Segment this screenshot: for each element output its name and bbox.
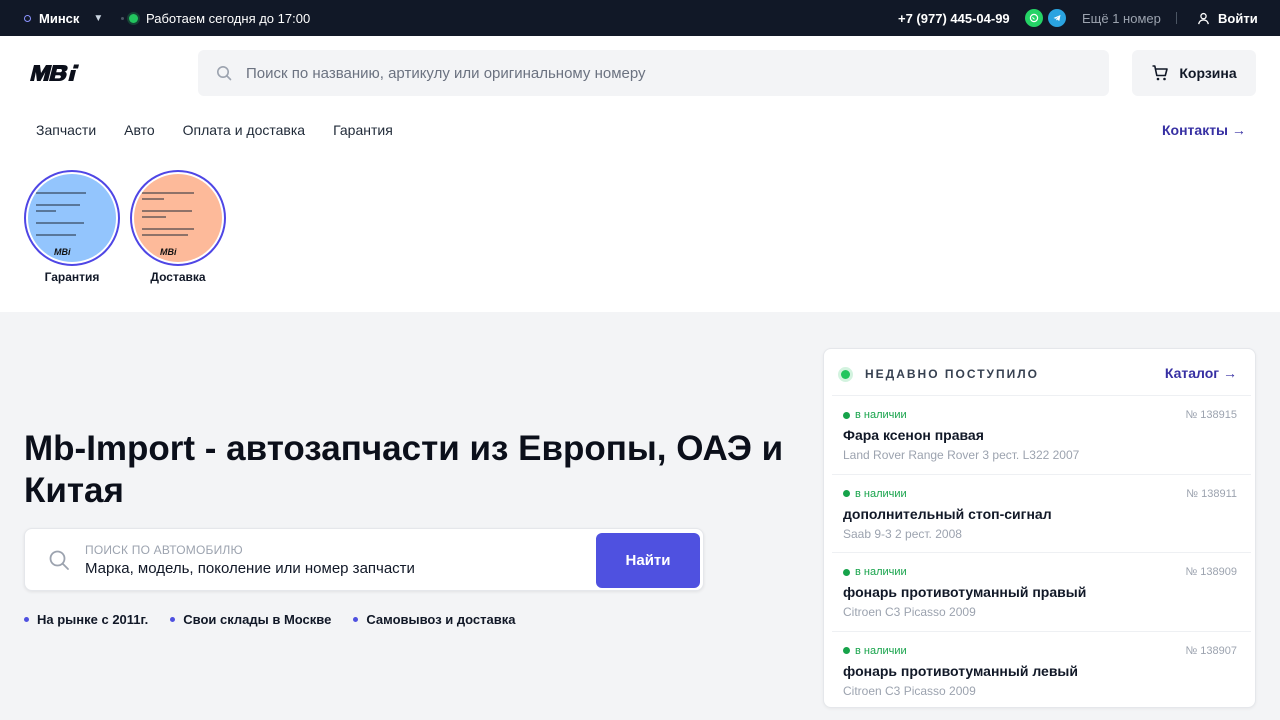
search-icon xyxy=(217,66,232,81)
item-car: Land Rover Range Rover 3 рест. L322 2007 xyxy=(843,448,1080,462)
stock-status: в наличии xyxy=(843,566,907,578)
list-item[interactable]: в наличии № 138909 фонарь противотуманны… xyxy=(832,552,1251,631)
bullet-icon xyxy=(170,617,176,622)
stock-status: в наличии xyxy=(843,488,907,500)
city-name: Минск xyxy=(39,10,80,26)
item-name: дополнительный стоп-сигнал xyxy=(843,505,1052,522)
user-icon xyxy=(1198,12,1209,24)
location-icon xyxy=(24,14,31,22)
stock-dot-icon xyxy=(843,490,850,497)
working-hours: Работаем сегодня до 17:00 xyxy=(129,0,310,36)
login-label: Войти xyxy=(1218,10,1258,26)
working-hours-text: Работаем сегодня до 17:00 xyxy=(146,10,311,26)
chevron-down-icon: ▼ xyxy=(93,12,104,24)
top-bar: Минск ▼ Работаем сегодня до 17:00 +7 (97… xyxy=(0,0,1280,36)
feature-label: Свои склады в Москве xyxy=(183,612,332,627)
find-button[interactable]: Найти xyxy=(596,533,700,588)
divider xyxy=(1176,12,1177,24)
story-label: Доставка xyxy=(150,270,206,284)
story-image: MBi xyxy=(28,174,116,262)
car-search-input[interactable]: Марка, модель, поколение или номер запча… xyxy=(85,560,415,577)
list-item[interactable]: в наличии № 138907 фонарь противотуманны… xyxy=(832,630,1251,710)
mbi-logo[interactable] xyxy=(26,62,84,84)
stock-label: в наличии xyxy=(855,487,907,500)
page-title: Mb-Import - автозапчасти из Европы, ОАЭ … xyxy=(24,429,784,510)
search-input[interactable] xyxy=(246,64,1066,82)
story-delivery[interactable]: MBi Доставка xyxy=(130,170,226,284)
story-warranty[interactable]: MBi Гарантия xyxy=(24,170,120,284)
main-nav: Запчасти Авто Оплата и доставка Гарантия xyxy=(36,122,393,138)
list-item[interactable]: в наличии № 138915 Фара ксенон правая La… xyxy=(832,395,1251,474)
status-dot-icon xyxy=(129,13,138,23)
login-button[interactable]: Войти xyxy=(1197,0,1258,36)
stock-label: в наличии xyxy=(855,566,907,578)
nav-item-auto[interactable]: Авто xyxy=(124,122,155,138)
car-search-box[interactable]: ПОИСК ПО АВТОМОБИЛЮ Марка, модель, покол… xyxy=(24,528,704,591)
recent-header: НЕДАВНО ПОСТУПИЛО Каталог → xyxy=(824,349,1255,395)
live-dot-icon xyxy=(841,370,850,379)
item-car: Citroen C3 Picasso 2009 xyxy=(843,605,976,619)
stock-label: в наличии xyxy=(855,409,907,421)
item-number: № 138907 xyxy=(1185,644,1237,657)
car-search-caption: ПОИСК ПО АВТОМОБИЛЮ xyxy=(85,543,243,557)
item-number: № 138911 xyxy=(1186,487,1237,500)
story-thumbnail: MBi xyxy=(130,170,226,266)
item-name: фонарь противотуманный правый xyxy=(843,584,1087,600)
item-name: фонарь противотуманный левый xyxy=(843,662,1078,679)
stock-status: в наличии xyxy=(843,409,907,421)
stock-status: в наличии xyxy=(843,645,907,657)
whatsapp-icon[interactable] xyxy=(1025,9,1043,27)
story-logo: MBi xyxy=(54,247,71,257)
features-list: На рынке с 2011г. Свои склады в Москве С… xyxy=(24,612,515,627)
nav-item-parts[interactable]: Запчасти xyxy=(36,122,96,138)
bullet-icon xyxy=(353,617,359,622)
recent-list: в наличии № 138915 Фара ксенон правая La… xyxy=(832,395,1251,709)
catalog-link[interactable]: Каталог → xyxy=(1165,365,1237,381)
bullet-icon xyxy=(24,617,29,622)
stock-dot-icon xyxy=(843,647,850,654)
item-number: № 138915 xyxy=(1185,409,1237,421)
feature-item: Свои склады в Москве xyxy=(170,612,331,627)
search-icon xyxy=(49,550,69,570)
stock-dot-icon xyxy=(843,411,850,419)
item-name: Фара ксенон правая xyxy=(843,427,984,443)
site-search xyxy=(198,50,1109,96)
telegram-icon[interactable] xyxy=(1048,9,1066,27)
story-thumbnail: MBi xyxy=(24,170,120,266)
feature-item: На рынке с 2011г. xyxy=(24,612,148,627)
stock-dot-icon xyxy=(843,568,850,576)
item-car: Saab 9-3 2 рест. 2008 xyxy=(843,526,962,541)
nav-item-payment-delivery[interactable]: Оплата и доставка xyxy=(183,122,305,138)
cart-label: Корзина xyxy=(1179,65,1237,81)
story-label: Гарантия xyxy=(44,270,100,284)
story-logo: MBi xyxy=(160,247,177,257)
stock-label: в наличии xyxy=(855,644,907,657)
cart-button[interactable]: Корзина xyxy=(1132,50,1256,96)
phone-link[interactable]: +7 (977) 445-04-99 xyxy=(898,0,1010,36)
recent-title: НЕДАВНО ПОСТУПИЛО xyxy=(865,367,1040,381)
messenger-links xyxy=(1025,9,1066,27)
city-selector[interactable]: Минск ▼ xyxy=(24,0,125,36)
recent-arrivals-panel: НЕДАВНО ПОСТУПИЛО Каталог → в наличии № … xyxy=(823,348,1256,708)
more-numbers-link[interactable]: Ещё 1 номер xyxy=(1082,0,1161,36)
item-car: Citroen C3 Picasso 2009 xyxy=(843,683,976,698)
nav-item-warranty[interactable]: Гарантия xyxy=(333,122,393,138)
feature-item: Самовывоз и доставка xyxy=(353,612,515,627)
list-item[interactable]: в наличии № 138911 дополнительный стоп-с… xyxy=(832,473,1251,553)
contacts-link[interactable]: Контакты → xyxy=(1162,122,1246,138)
feature-label: На рынке с 2011г. xyxy=(37,612,149,627)
separator-dot xyxy=(121,16,125,20)
item-number: № 138909 xyxy=(1185,566,1237,578)
story-image: MBi xyxy=(134,174,222,262)
feature-label: Самовывоз и доставка xyxy=(366,612,516,627)
cart-icon xyxy=(1152,65,1169,81)
